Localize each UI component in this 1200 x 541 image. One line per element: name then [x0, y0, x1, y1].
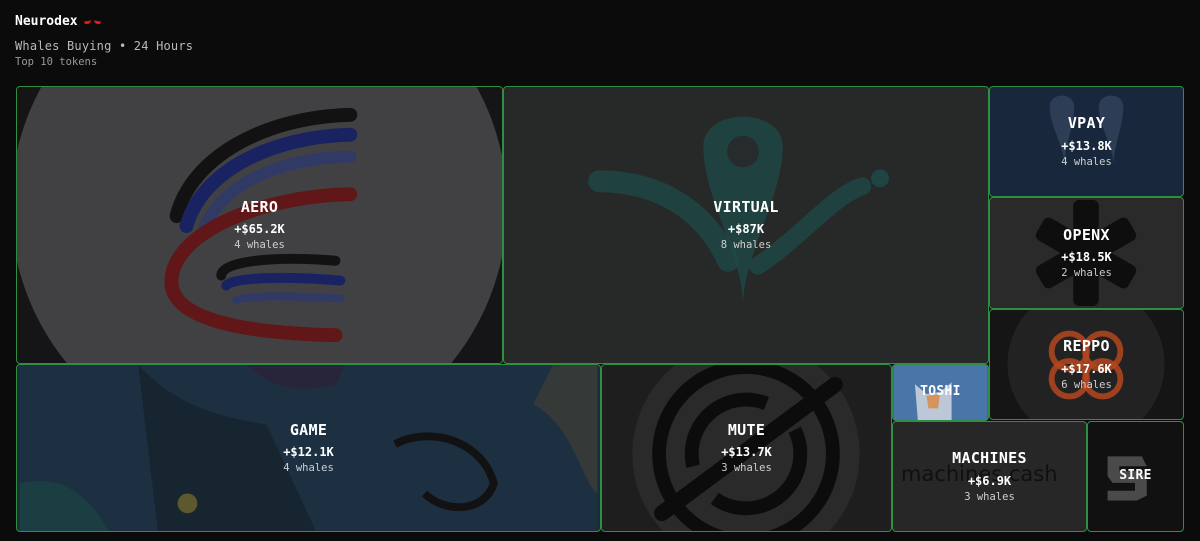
token-amount: +$65.2K — [234, 222, 285, 237]
token-label: GAME +$12.1K 4 whales — [283, 421, 334, 476]
token-tile-game[interactable]: GAME +$12.1K 4 whales — [16, 364, 601, 532]
token-amount: +$17.6K — [1061, 361, 1112, 376]
token-symbol: GAME — [289, 420, 328, 439]
token-tile-reppo[interactable]: REPPO +$17.6K 6 whales — [989, 309, 1184, 420]
whale-count: 4 whales — [1061, 155, 1112, 168]
token-amount: +$87K — [727, 222, 765, 237]
whale-count: 4 whales — [283, 462, 334, 475]
token-tile-virtual[interactable]: VIRTUAL +$87K 8 whales — [503, 86, 989, 364]
token-symbol: AERO — [240, 197, 279, 216]
token-tile-mute[interactable]: MUTE +$13.7K 3 whales — [601, 364, 892, 532]
token-symbol: TOSHI — [920, 384, 961, 400]
token-symbol: SIRE — [1119, 468, 1152, 484]
token-tile-machines[interactable]: machines cash MACHINES +$6.9K 3 whales — [892, 421, 1087, 532]
whale-count: 8 whales — [720, 239, 772, 252]
header: Neurodex Whales Buying • 24 Hours Top 10… — [15, 14, 193, 68]
whale-count: 3 whales — [964, 490, 1015, 503]
token-label: SIRE — [1119, 468, 1152, 484]
token-tile-toshi[interactable]: TOSHI — [892, 364, 989, 421]
token-amount: +$12.1K — [283, 445, 334, 460]
token-label: AERO +$65.2K 4 whales — [234, 198, 285, 253]
token-symbol: VPAY — [1067, 114, 1106, 133]
brand[interactable]: Neurodex — [15, 14, 193, 29]
eyes-icon — [83, 19, 101, 25]
whale-count: 6 whales — [1061, 378, 1112, 391]
token-label: MACHINES +$6.9K 3 whales — [952, 449, 1027, 504]
token-amount: +$13.8K — [1061, 138, 1112, 153]
token-tile-vpay[interactable]: VPAY +$13.8K 4 whales — [989, 86, 1184, 197]
whale-count: 4 whales — [234, 239, 285, 252]
app-name: Neurodex — [15, 14, 78, 29]
token-label: REPPO +$17.6K 6 whales — [1061, 337, 1112, 392]
token-symbol: REPPO — [1063, 337, 1110, 356]
token-symbol: OPENX — [1063, 225, 1110, 244]
token-tile-openx[interactable]: OPENX +$18.5K 2 whales — [989, 197, 1184, 309]
token-amount: +$6.9K — [967, 473, 1012, 488]
whale-count: 2 whales — [1061, 267, 1112, 280]
token-label: VIRTUAL +$87K 8 whales — [713, 198, 778, 253]
token-symbol: MUTE — [727, 420, 766, 439]
token-amount: +$13.7K — [721, 445, 772, 460]
token-label: TOSHI — [920, 384, 961, 400]
token-symbol: MACHINES — [952, 449, 1027, 468]
token-tile-aero[interactable]: AERO +$65.2K 4 whales — [16, 86, 503, 364]
token-amount: +$18.5K — [1061, 250, 1112, 265]
token-label: VPAY +$13.8K 4 whales — [1061, 114, 1112, 169]
whale-count: 3 whales — [721, 462, 772, 475]
token-symbol: VIRTUAL — [713, 197, 779, 216]
token-tile-sire[interactable]: SIRE — [1087, 421, 1184, 532]
token-label: MUTE +$13.7K 3 whales — [721, 421, 772, 476]
view-subtitle: Whales Buying • 24 Hours — [15, 39, 194, 53]
token-label: OPENX +$18.5K 2 whales — [1061, 226, 1112, 281]
token-count-label: Top 10 tokens — [15, 56, 98, 68]
